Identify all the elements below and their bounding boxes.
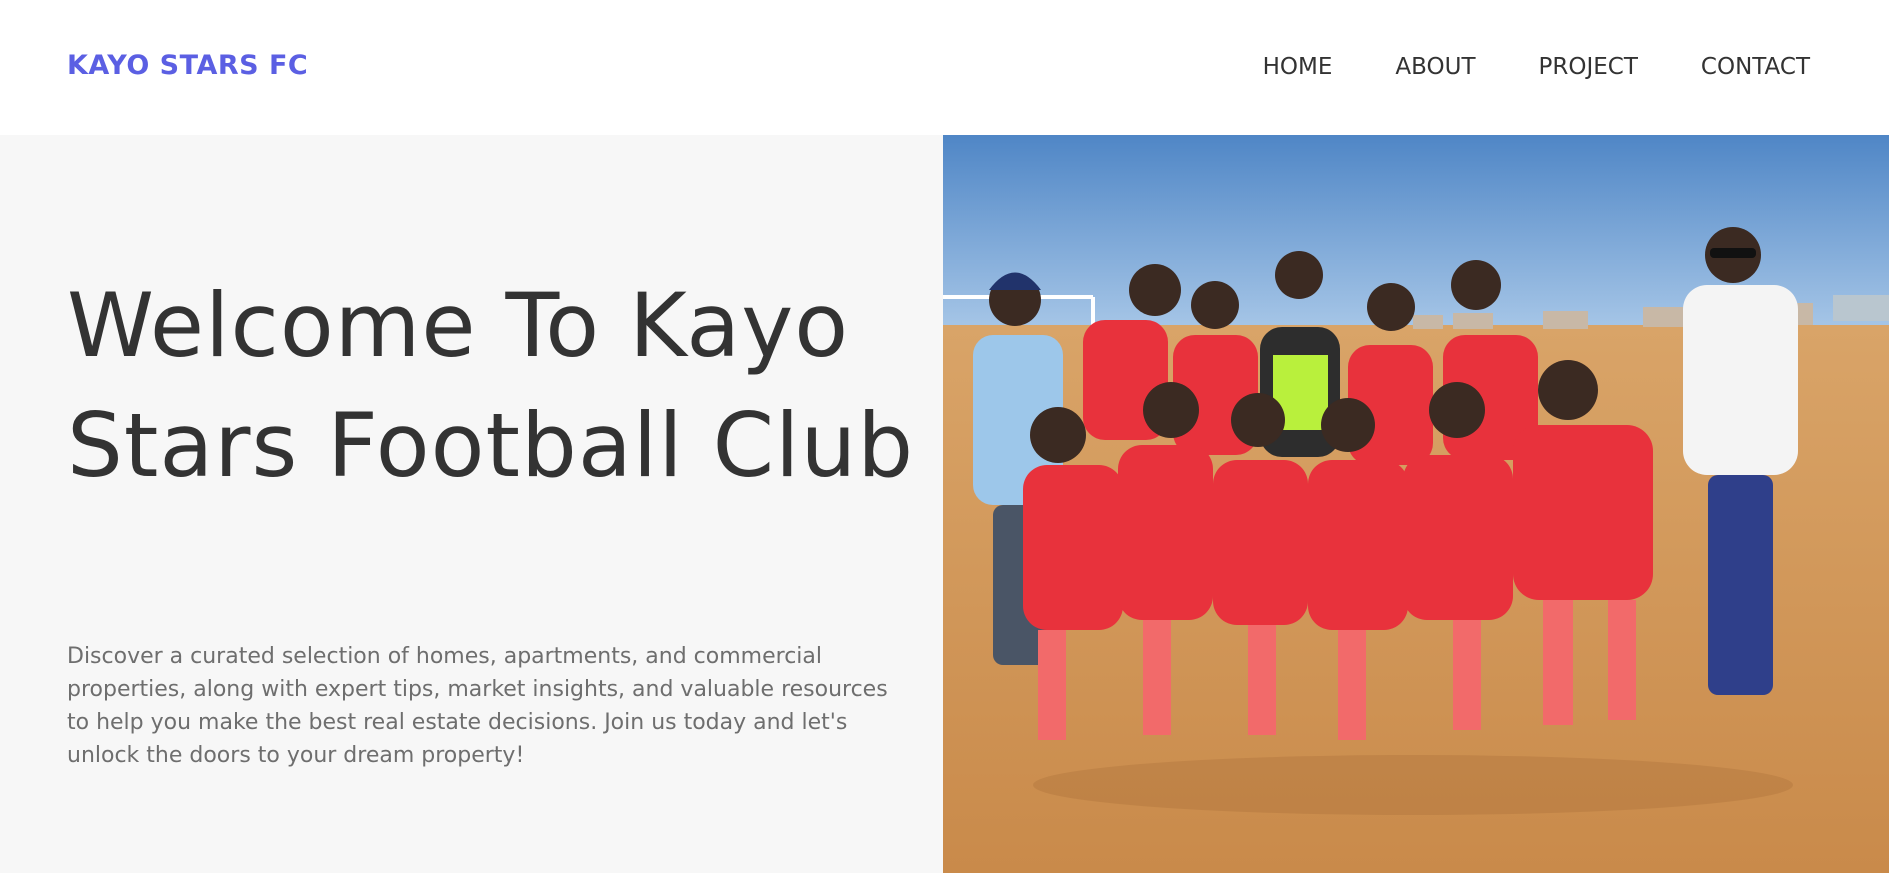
team-photo [943,135,1889,873]
hero-description: Discover a curated selection of homes, a… [67,644,888,768]
ground-shadow [1033,755,1793,815]
hero-image-panel [943,135,1889,873]
brand-logo-link[interactable]: KAYO STARS FC [67,50,308,81]
nav-menu: HOME ABOUT PROJECT CONTACT [1200,54,1810,80]
hero-text-panel: Welcome To Kayo Stars Football Club Disc… [0,135,943,873]
nav-link-contact[interactable]: CONTACT [1701,54,1810,80]
nav-link-project[interactable]: PROJECT [1539,54,1638,80]
nav-link-home[interactable]: HOME [1263,54,1333,80]
hero-title: Welcome To Kayo Stars Football Club [67,274,915,497]
nav-link-about[interactable]: ABOUT [1395,54,1475,80]
navbar: KAYO STARS FC HOME ABOUT PROJECT CONTACT [0,0,1889,135]
